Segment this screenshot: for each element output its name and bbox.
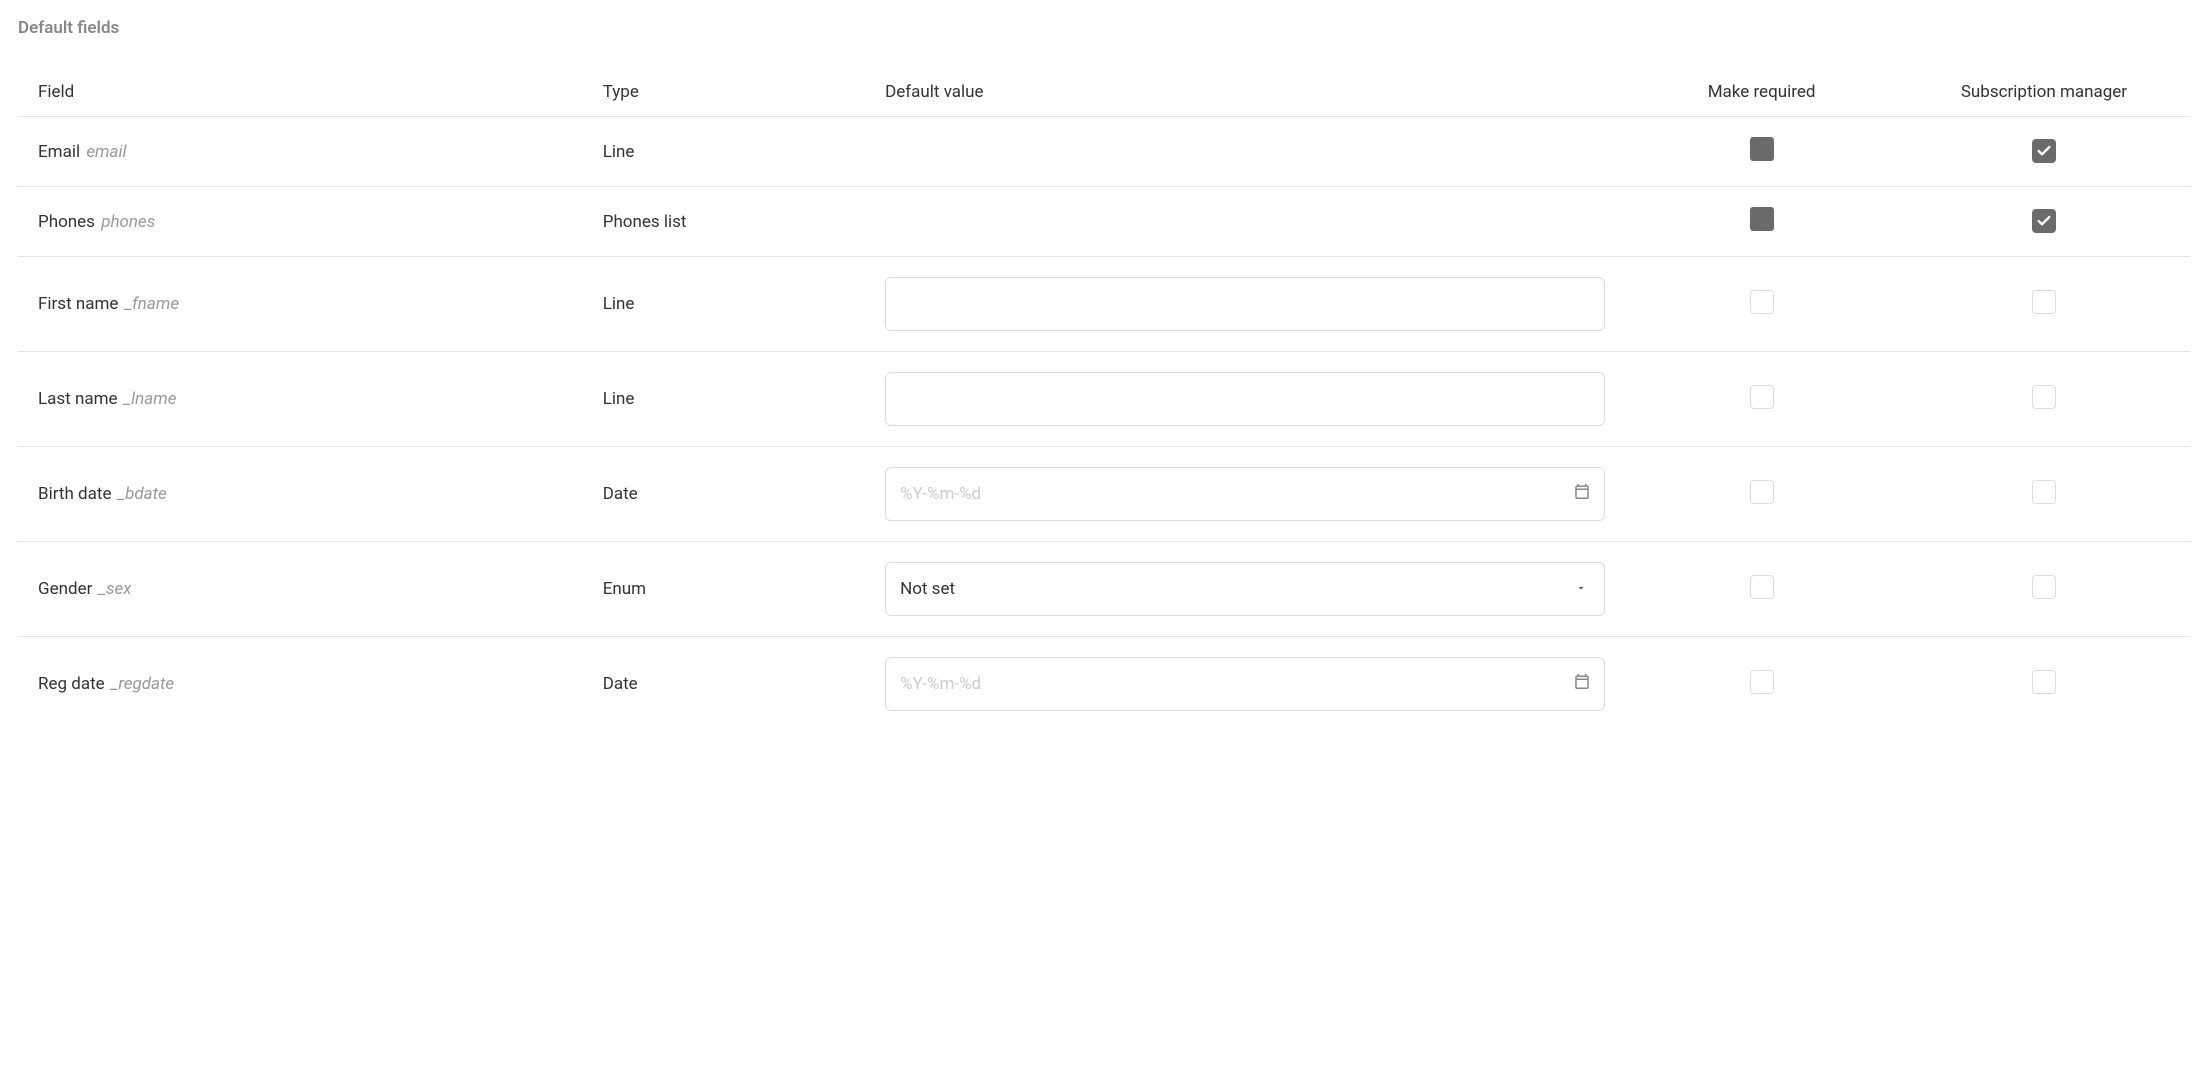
subscription-manager-checkbox[interactable] (2032, 139, 2056, 163)
table-row: Birth date _bdate Date (18, 447, 2190, 542)
subscription-manager-checkbox[interactable] (2032, 290, 2056, 314)
make-required-checkbox[interactable] (1750, 575, 1774, 599)
field-type: Line (583, 257, 865, 352)
field-type: Enum (583, 542, 865, 637)
field-label: First name (38, 294, 118, 314)
table-row: Last name _lname Line (18, 352, 2190, 447)
make-required-checkbox[interactable] (1750, 670, 1774, 694)
table-row: Gender _sex Enum Not set (18, 542, 2190, 637)
header-type: Type (583, 68, 865, 117)
subscription-manager-checkbox[interactable] (2032, 209, 2056, 233)
field-id: _bdate (118, 484, 167, 504)
header-subscription-manager: Subscription manager (1898, 68, 2190, 117)
field-label: Gender (38, 579, 92, 599)
make-required-checkbox[interactable] (1750, 480, 1774, 504)
field-type: Date (583, 447, 865, 542)
field-label: Last name (38, 389, 118, 409)
subscription-manager-checkbox[interactable] (2032, 670, 2056, 694)
field-type: Line (583, 352, 865, 447)
field-label: Reg date (38, 674, 105, 694)
make-required-checkbox[interactable] (1750, 385, 1774, 409)
table-row: Email email Line (18, 117, 2190, 187)
default-value-date-input[interactable] (885, 467, 1605, 521)
make-required-checkbox (1750, 137, 1774, 161)
subscription-manager-checkbox[interactable] (2032, 575, 2056, 599)
default-fields-table: Field Type Default value Make required S… (18, 68, 2190, 731)
field-label: Birth date (38, 484, 111, 504)
table-row: Reg date _regdate Date (18, 637, 2190, 732)
section-title: Default fields (18, 18, 2190, 38)
field-id: phones (101, 212, 155, 232)
field-type: Phones list (583, 187, 865, 257)
header-default-value: Default value (865, 68, 1625, 117)
subscription-manager-checkbox[interactable] (2032, 385, 2056, 409)
field-label: Phones (38, 212, 95, 232)
field-type: Line (583, 117, 865, 187)
field-id: _regdate (111, 674, 174, 694)
field-id: _fname (125, 294, 179, 314)
default-value-date-input[interactable] (885, 657, 1605, 711)
make-required-checkbox (1750, 207, 1774, 231)
table-row: First name _fname Line (18, 257, 2190, 352)
default-value-select[interactable]: Not set (885, 562, 1605, 616)
header-make-required: Make required (1625, 68, 1898, 117)
make-required-checkbox[interactable] (1750, 290, 1774, 314)
field-id: _sex (99, 579, 132, 599)
default-value-input[interactable] (885, 372, 1605, 426)
field-id: email (86, 142, 126, 162)
subscription-manager-checkbox[interactable] (2032, 480, 2056, 504)
field-id: _lname (124, 389, 177, 409)
default-value-input[interactable] (885, 277, 1605, 331)
field-type: Date (583, 637, 865, 732)
table-row: Phones phones Phones list (18, 187, 2190, 257)
field-label: Email (38, 142, 80, 162)
header-field: Field (18, 68, 583, 117)
